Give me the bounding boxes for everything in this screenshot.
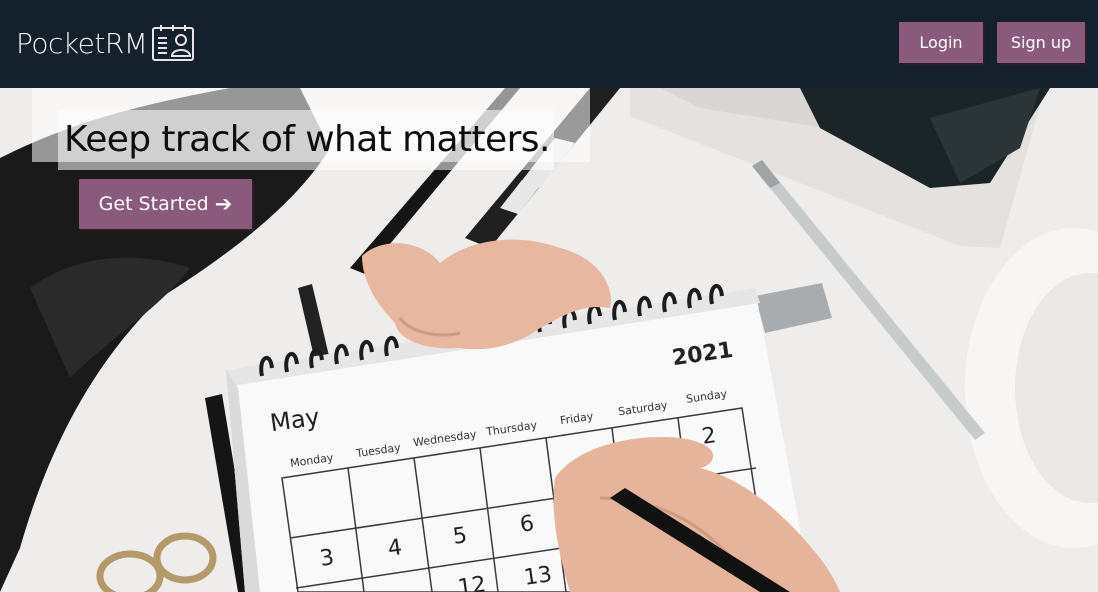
hero-headline: Keep track of what matters.: [58, 110, 554, 170]
brand-name: PocketRM: [16, 26, 148, 60]
top-navbar: PocketRM Login Sign up: [0, 0, 1098, 88]
get-started-button[interactable]: Get Started ➔: [79, 179, 252, 229]
hero-section: May 2021 Monday Tuesday Wednesday Thursd…: [0, 88, 1098, 592]
get-started-label: Get Started: [98, 193, 209, 215]
calendar-date-13: 13: [522, 562, 554, 591]
brand-logo-link[interactable]: PocketRM: [16, 24, 195, 62]
arrow-right-icon: ➔: [214, 191, 233, 216]
signup-button[interactable]: Sign up: [997, 22, 1085, 63]
calendar-date-12: 12: [456, 572, 488, 592]
contact-card-icon: [152, 25, 195, 61]
login-button[interactable]: Login: [899, 22, 983, 63]
